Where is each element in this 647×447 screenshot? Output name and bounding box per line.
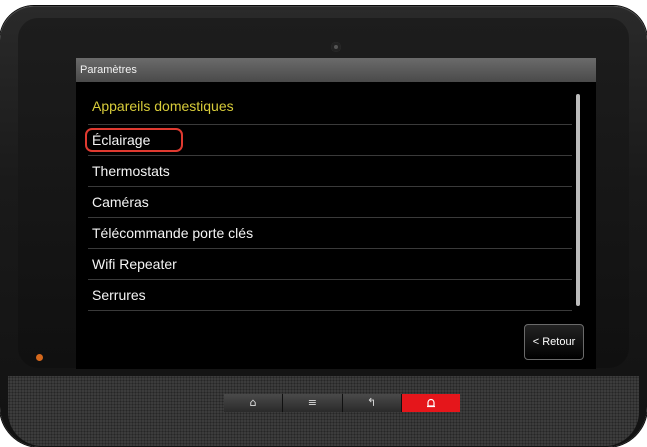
menu-item-telecommande[interactable]: Télécommande porte clés: [88, 217, 572, 248]
settings-menu: Éclairage Thermostats Caméras Télécomman…: [85, 124, 572, 311]
menu-item-eclairage[interactable]: Éclairage: [85, 124, 572, 155]
back-button[interactable]: < Retour: [524, 324, 584, 360]
menu-item-label: Serrures: [92, 287, 146, 303]
hardware-button-bar: ⌂ ≡ ↰: [224, 394, 460, 412]
selection-highlight: [85, 128, 183, 152]
menu-item-wifi-repeater[interactable]: Wifi Repeater: [88, 248, 572, 279]
menu-item-label: Wifi Repeater: [92, 256, 177, 272]
window-title: Paramètres: [76, 58, 596, 82]
status-led: [36, 354, 43, 361]
menu-item-cameras[interactable]: Caméras: [88, 186, 572, 217]
menu-item-thermostats[interactable]: Thermostats: [88, 155, 572, 186]
camera-lens: [331, 42, 341, 52]
bell-glyph: [426, 398, 435, 408]
back-arrow-icon[interactable]: ↰: [342, 394, 401, 412]
menu-item-serrures[interactable]: Serrures: [88, 279, 572, 311]
menu-item-label: Thermostats: [92, 163, 170, 179]
alarm-bell-icon[interactable]: [401, 394, 460, 412]
menu-header: Appareils domestiques: [92, 98, 234, 114]
menu-icon[interactable]: ≡: [283, 394, 342, 412]
screen: Paramètres Appareils domestiques Éclaira…: [76, 58, 596, 369]
tablet-device: Paramètres Appareils domestiques Éclaira…: [0, 6, 647, 447]
home-icon[interactable]: ⌂: [224, 394, 283, 412]
menu-item-label: Télécommande porte clés: [92, 225, 254, 241]
scrollbar[interactable]: [576, 94, 580, 306]
menu-item-label: Caméras: [92, 194, 149, 210]
